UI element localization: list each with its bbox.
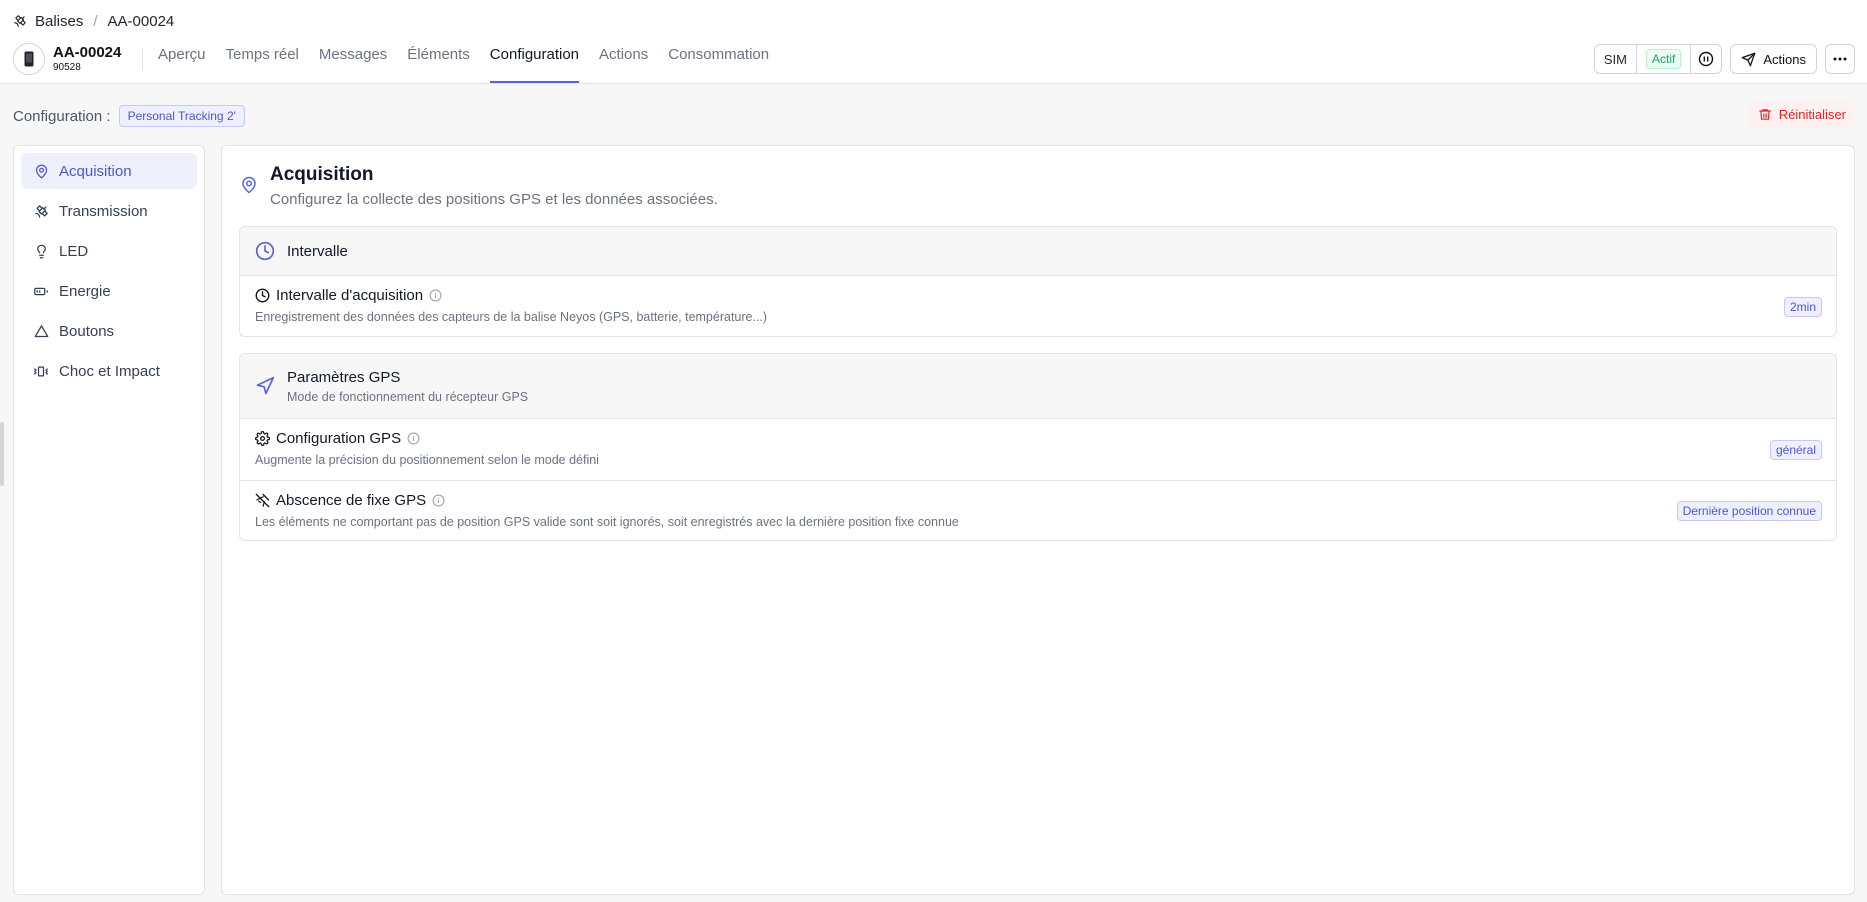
satellite-icon [13, 14, 27, 28]
config-label: Configuration : [13, 107, 111, 125]
scroll-indicator[interactable] [0, 422, 4, 486]
header-actions: SIM Actif Actions [1593, 44, 1855, 74]
status-group: SIM Actif [1593, 44, 1723, 74]
setting-configuration-gps: Configuration GPS Augmente la précision … [240, 419, 1836, 480]
navigation-icon [255, 376, 275, 396]
info-icon[interactable] [432, 494, 445, 507]
setting-title: Abscence de fixe GPS [276, 492, 427, 509]
card-title: Paramètres GPS [287, 368, 401, 386]
status-cell: Actif [1636, 45, 1690, 73]
status-badge: Actif [1646, 49, 1682, 69]
map-pin-icon [33, 163, 49, 179]
tab-messages[interactable]: Messages [319, 46, 387, 83]
tab-apercu[interactable]: Aperçu [158, 46, 206, 83]
section-description: Configurez la collecte des positions GPS… [270, 191, 718, 208]
trash-icon [1758, 107, 1772, 122]
map-pin-icon [240, 176, 258, 208]
breadcrumb: Balises / AA-00024 [13, 11, 174, 31]
tab-temps-reel[interactable]: Temps réel [226, 46, 299, 83]
sidebar-item-transmission[interactable]: Transmission [21, 193, 197, 229]
sidebar-item-label: Energie [59, 282, 111, 300]
more-button[interactable] [1825, 44, 1855, 74]
device-serial: 90528 [53, 62, 81, 73]
sidebar-item-led[interactable]: LED [21, 233, 197, 269]
tab-elements[interactable]: Éléments [407, 46, 470, 83]
config-profile-row: Configuration : Personal Tracking 2' [13, 104, 245, 128]
sim-button[interactable]: SIM [1595, 45, 1636, 73]
card-header: Paramètres GPS Mode de fonctionnement du… [240, 354, 1836, 419]
sidebar-item-boutons[interactable]: Boutons [21, 313, 197, 349]
tab-consommation[interactable]: Consommation [668, 46, 769, 83]
setting-intervalle-acquisition: Intervalle d'acquisition Enregistrement … [240, 276, 1836, 336]
breadcrumb-root-label: Balises [35, 12, 84, 30]
tab-configuration[interactable]: Configuration [489, 46, 580, 83]
sidebar-item-label: Transmission [59, 202, 148, 220]
ellipsis-icon [1833, 57, 1847, 61]
actions-button[interactable]: Actions [1730, 44, 1817, 74]
satellite-icon [33, 203, 49, 219]
sidebar-item-label: Choc et Impact [59, 362, 160, 380]
lightbulb-icon [33, 243, 49, 259]
card-title: Intervalle [287, 242, 348, 260]
reset-button[interactable]: Réinitialiser [1748, 101, 1855, 128]
breadcrumb-separator: / [93, 12, 98, 30]
info-icon[interactable] [407, 432, 420, 445]
card-subtitle: Mode de fonctionnement du récepteur GPS [287, 389, 529, 404]
info-icon[interactable] [429, 289, 442, 302]
section-header: Acquisition Configurez la collecte des p… [240, 164, 718, 208]
card-intervalle: Intervalle Intervalle d'acquisition Enre… [239, 226, 1837, 337]
config-profile-badge[interactable]: Personal Tracking 2' [118, 105, 245, 127]
tab-actions[interactable]: Actions [599, 46, 648, 83]
setting-value-badge[interactable]: général [1769, 439, 1822, 460]
breadcrumb-balises[interactable]: Balises [13, 13, 83, 30]
actions-button-label: Actions [1763, 51, 1806, 67]
setting-abscence-fixe-gps: Abscence de fixe GPS Les éléments ne com… [240, 480, 1836, 540]
device-name: AA-00024 [53, 44, 122, 61]
sidebar-item-label: LED [59, 242, 89, 260]
device-avatar [13, 43, 45, 75]
setting-description: Augmente la précision du positionnement … [255, 453, 599, 467]
top-bar: Balises / AA-00024 AA-00024 90528 Aperçu… [0, 0, 1867, 84]
gear-icon [255, 431, 270, 446]
header-divider [142, 48, 143, 70]
send-icon [1741, 52, 1756, 67]
section-title: Acquisition [270, 164, 374, 185]
pause-button[interactable] [1690, 45, 1721, 73]
device-header: AA-00024 90528 [13, 43, 121, 75]
reset-button-label: Réinitialiser [1778, 107, 1846, 122]
location-off-icon [255, 493, 270, 508]
breadcrumb-current: AA-00024 [107, 12, 175, 30]
setting-title: Intervalle d'acquisition [276, 287, 424, 304]
triangle-icon [33, 323, 49, 339]
sidebar-item-energie[interactable]: Energie [21, 273, 197, 309]
sidebar-item-acquisition[interactable]: Acquisition [21, 153, 197, 189]
setting-value-badge[interactable]: Dernière position connue [1676, 501, 1822, 521]
config-panel: Acquisition Configurez la collecte des p… [221, 145, 1855, 895]
setting-value-badge[interactable]: 2min [1783, 296, 1822, 317]
sidebar-item-label: Boutons [59, 322, 115, 340]
clock-icon [255, 288, 270, 303]
card-header: Intervalle [240, 227, 1836, 276]
battery-icon [33, 283, 49, 299]
card-parametres-gps: Paramètres GPS Mode de fonctionnement du… [239, 353, 1837, 541]
sidebar-item-choc-et-impact[interactable]: Choc et Impact [21, 353, 197, 389]
tab-bar: Aperçu Temps réel Messages Éléments Conf… [158, 46, 769, 83]
device-icon [22, 51, 36, 67]
setting-title: Configuration GPS [276, 430, 402, 447]
config-sidebar: Acquisition Transmission LED Energie Bou… [13, 145, 205, 895]
setting-description: Les éléments ne comportant pas de positi… [255, 515, 959, 529]
pause-icon [1698, 51, 1714, 67]
setting-description: Enregistrement des données des capteurs … [255, 310, 768, 324]
sidebar-item-label: Acquisition [59, 162, 132, 180]
clock-icon [255, 241, 275, 261]
vibrate-icon [33, 363, 49, 379]
